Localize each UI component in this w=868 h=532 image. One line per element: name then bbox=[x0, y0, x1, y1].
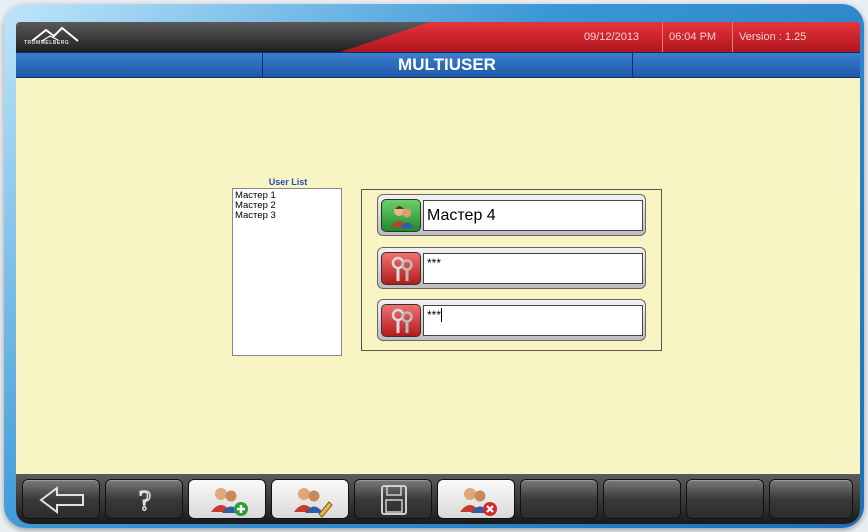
title-divider bbox=[632, 53, 633, 77]
confirm-password-value: *** bbox=[427, 308, 442, 322]
confirm-password-field[interactable]: *** bbox=[423, 305, 643, 336]
back-button[interactable] bbox=[22, 479, 100, 519]
text-cursor bbox=[441, 308, 443, 322]
empty-toolbar-button[interactable] bbox=[520, 479, 598, 519]
title-bar: MULTIUSER bbox=[16, 52, 860, 78]
version-display: Version : 1.25 bbox=[732, 22, 806, 52]
keys-icon bbox=[391, 256, 413, 281]
save-icon bbox=[381, 485, 407, 515]
svg-text:?: ? bbox=[139, 486, 151, 517]
keys-icon bbox=[391, 308, 413, 333]
add-user-button[interactable] bbox=[188, 479, 266, 519]
delete-user-button[interactable] bbox=[437, 479, 515, 519]
empty-toolbar-button[interactable] bbox=[686, 479, 764, 519]
delete-user-icon bbox=[460, 488, 497, 516]
password-field[interactable]: *** bbox=[423, 253, 643, 284]
password-row: *** bbox=[377, 247, 646, 289]
back-arrow-icon bbox=[39, 486, 84, 514]
save-button[interactable] bbox=[354, 479, 432, 519]
list-item[interactable]: Мастер 3 bbox=[235, 211, 341, 221]
time-display: 06:04 PM bbox=[662, 22, 716, 52]
bottom-toolbar: ? bbox=[16, 474, 860, 524]
confirm-password-button[interactable] bbox=[381, 304, 421, 337]
help-icon: ? bbox=[138, 485, 152, 518]
password-button[interactable] bbox=[381, 252, 421, 285]
status-bar: TROMMELBERG 09/12/2013 06:04 PM Version … bbox=[16, 22, 860, 52]
edit-user-button[interactable] bbox=[271, 479, 349, 519]
user-button[interactable] bbox=[381, 199, 421, 232]
user-list-title: User List bbox=[268, 177, 308, 187]
username-field[interactable]: Мастер 4 bbox=[423, 200, 643, 231]
user-form-panel: Мастер 4 *** *** bbox=[361, 189, 662, 351]
empty-toolbar-button[interactable] bbox=[769, 479, 853, 519]
edit-user-icon bbox=[294, 488, 333, 518]
date-display: 09/12/2013 bbox=[584, 31, 640, 43]
empty-toolbar-button[interactable] bbox=[603, 479, 681, 519]
add-user-icon bbox=[211, 488, 248, 516]
confirm-password-row: *** bbox=[377, 299, 646, 341]
username-row: Мастер 4 bbox=[377, 194, 646, 236]
screen: TROMMELBERG 09/12/2013 06:04 PM Version … bbox=[16, 22, 860, 524]
logo-text: TROMMELBERG bbox=[24, 40, 70, 46]
user-icon bbox=[391, 206, 414, 228]
page-title: MULTIUSER bbox=[398, 55, 496, 74]
device-frame: TROMMELBERG 09/12/2013 06:04 PM Version … bbox=[4, 4, 864, 528]
user-list[interactable]: Мастер 1 Мастер 2 Мастер 3 bbox=[232, 188, 342, 356]
help-button[interactable]: ? bbox=[105, 479, 183, 519]
